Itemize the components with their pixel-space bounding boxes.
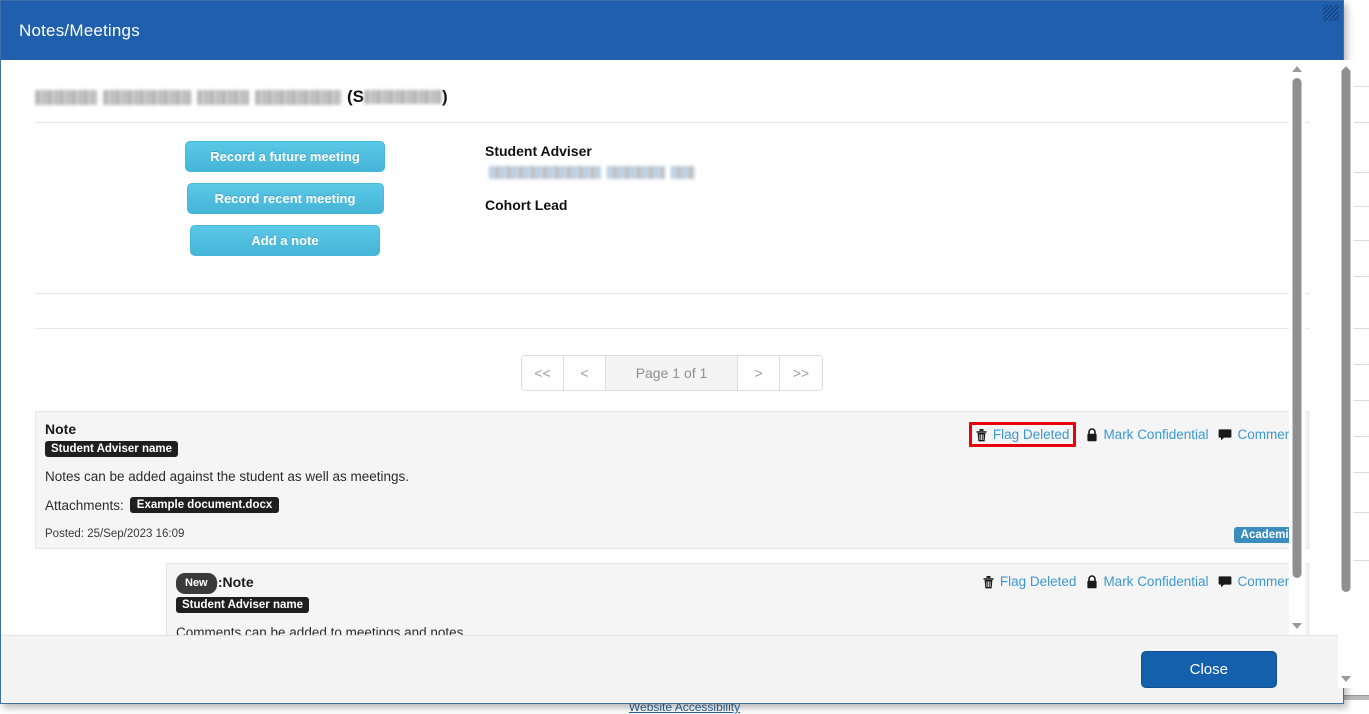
comment-card: Newre:Note Student Adviser name — [166, 563, 1309, 635]
pagination-first-button[interactable]: << — [522, 356, 564, 390]
mark-confidential-label: Mark Confidential — [1103, 574, 1208, 589]
attachments-label: Attachments: — [45, 498, 124, 513]
note-card: Note Student Adviser name — [35, 411, 1309, 549]
pagination-next-button[interactable]: > — [738, 356, 780, 390]
redacted-student-middlename — [103, 90, 191, 105]
mark-confidential-label: Mark Confidential — [1103, 427, 1208, 442]
page-title: Notes/Meetings — [19, 21, 140, 41]
pagination-wrapper: << < Page 1 of 1 > >> — [1, 355, 1343, 391]
redacted-student-id — [364, 90, 442, 104]
redacted-student-forename — [35, 90, 97, 105]
lock-icon — [1086, 428, 1098, 442]
page-vertical-scrollbar[interactable] — [1338, 60, 1354, 688]
notes-meetings-modal: Notes/Meetings (S ) Record a future meet… — [0, 0, 1344, 704]
redacted-student-name-part — [197, 90, 249, 105]
scrollbar-thumb[interactable] — [1342, 68, 1351, 592]
comment-label: Comment — [1237, 574, 1296, 589]
trash-icon — [975, 428, 988, 442]
modal-header: Notes/Meetings — [1, 1, 1343, 60]
note-body: Notes can be added against the student a… — [45, 469, 1296, 484]
lock-icon — [1086, 575, 1098, 589]
redacted-student-surname — [255, 90, 341, 105]
flag-deleted-link[interactable]: Flag Deleted — [982, 574, 1077, 589]
staff-info-block: Student Adviser Cohort Lead — [485, 141, 701, 267]
student-name-heading: (S ) — [35, 82, 1309, 112]
pagination-last-button[interactable]: >> — [780, 356, 822, 390]
flag-deleted-label: Flag Deleted — [993, 427, 1070, 442]
redacted-adviser-name-part — [671, 166, 695, 179]
comment-link[interactable]: Comment — [1218, 574, 1296, 589]
divider — [35, 293, 1309, 294]
scrollbar-thumb[interactable] — [1293, 78, 1302, 578]
comment-action-links: Flag Deleted Mark Confidential — [972, 573, 1296, 589]
close-button[interactable]: Close — [1141, 651, 1277, 688]
resize-grip-icon[interactable] — [1323, 5, 1339, 21]
student-id-open-paren: (S — [347, 87, 364, 107]
note-card-header: Note Student Adviser name — [45, 421, 1296, 457]
scroll-up-arrow-icon[interactable] — [1292, 66, 1302, 72]
comment-title: Newre:Note — [176, 573, 309, 594]
note-action-links: Flag Deleted Mark Confidential — [963, 421, 1296, 447]
action-buttons-group: Record a future meeting Record recent me… — [35, 141, 485, 267]
trash-icon — [982, 575, 995, 589]
comment-card-header: Newre:Note Student Adviser name — [176, 573, 1296, 613]
speech-bubble-icon — [1218, 428, 1232, 441]
comment-label: Comment — [1237, 427, 1296, 442]
mark-confidential-link[interactable]: Mark Confidential — [1086, 427, 1208, 442]
actions-and-info-row: Record a future meeting Record recent me… — [35, 141, 1309, 267]
record-recent-meeting-button[interactable]: Record recent meeting — [187, 183, 384, 214]
add-a-note-button[interactable]: Add a note — [190, 225, 380, 256]
pagination: << < Page 1 of 1 > >> — [521, 355, 823, 391]
divider — [35, 122, 1309, 123]
mark-confidential-link[interactable]: Mark Confidential — [1086, 574, 1208, 589]
comment-body: Comments can be added to meetings and no… — [176, 625, 1296, 635]
modal-body: (S ) Record a future meeting Record rece… — [1, 60, 1343, 635]
student-adviser-value[interactable] — [489, 164, 701, 177]
scroll-down-arrow-icon[interactable] — [1292, 623, 1302, 629]
student-id-close-paren: ) — [442, 87, 448, 107]
modal-scroll-region: (S ) Record a future meeting Record rece… — [1, 60, 1343, 635]
redacted-adviser-name — [489, 166, 601, 179]
flag-deleted-link[interactable]: Flag Deleted — [969, 422, 1077, 447]
attachment-file-badge[interactable]: Example document.docx — [130, 497, 279, 513]
new-badge: New — [176, 573, 217, 594]
note-attachments-row: Attachments: Example document.docx — [45, 497, 1296, 513]
cohort-lead-label: Cohort Lead — [485, 197, 701, 213]
inner-vertical-scrollbar[interactable] — [1289, 60, 1305, 635]
comment-author-badge: Student Adviser name — [176, 597, 309, 613]
note-title: Note — [45, 421, 178, 438]
speech-bubble-icon — [1218, 575, 1232, 588]
comment-link[interactable]: Comment — [1218, 427, 1296, 442]
divider — [35, 328, 1309, 329]
scroll-down-arrow-icon[interactable] — [1341, 676, 1351, 682]
modal-footer: Close — [1, 635, 1343, 703]
flag-deleted-label: Flag Deleted — [1000, 574, 1077, 589]
pagination-prev-button[interactable]: < — [564, 356, 606, 390]
note-posted-timestamp: Posted: 25/Sep/2023 16:09 — [45, 528, 1296, 540]
note-author-badge: Student Adviser name — [45, 441, 178, 457]
redacted-adviser-name-part — [607, 166, 665, 179]
student-adviser-label: Student Adviser — [485, 143, 701, 159]
record-future-meeting-button[interactable]: Record a future meeting — [185, 141, 385, 172]
pagination-page-label: Page 1 of 1 — [606, 356, 738, 390]
